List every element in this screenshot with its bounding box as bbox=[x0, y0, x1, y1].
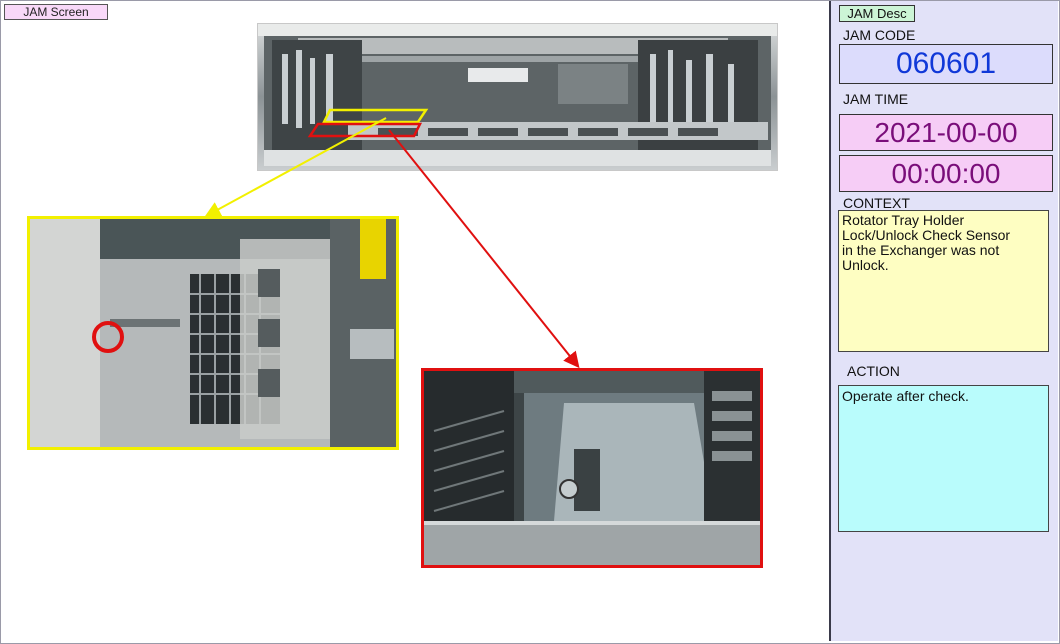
jam-code-label: JAM CODE bbox=[843, 27, 916, 43]
context-label: CONTEXT bbox=[843, 195, 910, 211]
tray-holder-detail-photo bbox=[27, 216, 399, 450]
jam-time-value: 00:00:00 bbox=[839, 155, 1053, 192]
jam-time-label: JAM TIME bbox=[843, 91, 909, 107]
jam-screen-panel: JAM Screen bbox=[1, 1, 827, 642]
action-label: ACTION bbox=[847, 363, 900, 379]
context-text: Rotator Tray Holder Lock/Unlock Check Se… bbox=[838, 210, 1049, 352]
jam-date-value: 2021-00-00 bbox=[839, 114, 1053, 151]
jam-screen-tab[interactable]: JAM Screen bbox=[4, 4, 108, 20]
action-text: Operate after check. bbox=[838, 385, 1049, 532]
exchanger-detail-photo bbox=[421, 368, 763, 568]
machine-overview-photo bbox=[257, 23, 778, 171]
jam-code-value: 060601 bbox=[839, 44, 1053, 84]
jam-desc-tab[interactable]: JAM Desc bbox=[839, 5, 915, 22]
jam-description-panel: JAM Desc JAM CODE 060601 JAM TIME 2021-0… bbox=[829, 1, 1058, 641]
